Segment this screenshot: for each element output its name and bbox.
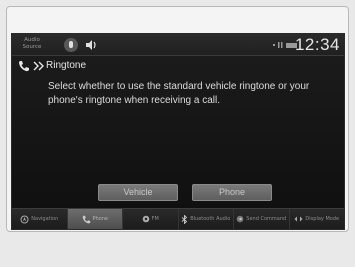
phone-icon <box>82 215 90 223</box>
phone-ringtone-button[interactable]: Phone <box>192 184 272 201</box>
nav-bluetooth-audio-label: Bluetooth Audio <box>190 216 231 222</box>
instruction-text: Select whether to use the standard vehic… <box>48 81 310 106</box>
nav-bluetooth-audio[interactable]: Bluetooth Audio <box>179 209 234 229</box>
infotainment-screen: Audio Source 12:34 Ringtone Select wheth… <box>11 33 345 230</box>
bottom-nav-bar: Navigation Phone FM Bluetooth Audio Send… <box>12 208 344 229</box>
nav-display-mode[interactable]: Display Mode <box>290 209 345 229</box>
nav-fm-label: FM <box>151 216 159 222</box>
phone-icon <box>19 61 29 72</box>
vehicle-ringtone-button[interactable]: Vehicle <box>98 184 178 201</box>
nav-phone[interactable]: Phone <box>67 209 123 229</box>
nav-navigation[interactable]: Navigation <box>12 209 68 229</box>
microphone-icon[interactable] <box>64 38 78 52</box>
audio-source-label-line2: Source <box>22 43 42 50</box>
bluetooth-icon <box>181 214 188 224</box>
nav-send-command[interactable]: Send Command <box>234 209 290 229</box>
send-icon <box>236 215 244 223</box>
audio-source-button[interactable]: Audio Source <box>17 37 47 53</box>
nav-display-mode-label: Display Mode <box>305 216 340 222</box>
speaker-icon[interactable] <box>84 38 98 52</box>
nav-send-command-label: Send Command <box>246 216 287 222</box>
clock: 12:34 <box>294 35 340 54</box>
nav-phone-label: Phone <box>92 216 109 222</box>
chevron-right-icon <box>33 61 44 71</box>
radio-icon <box>142 215 149 223</box>
nav-navigation-label: Navigation <box>31 216 59 222</box>
navigation-icon <box>20 215 29 223</box>
status-bar: Audio Source 12:34 <box>12 34 344 56</box>
display-icon <box>294 216 303 222</box>
nav-fm[interactable]: FM <box>123 209 179 229</box>
page-title: Ringtone <box>46 60 87 71</box>
